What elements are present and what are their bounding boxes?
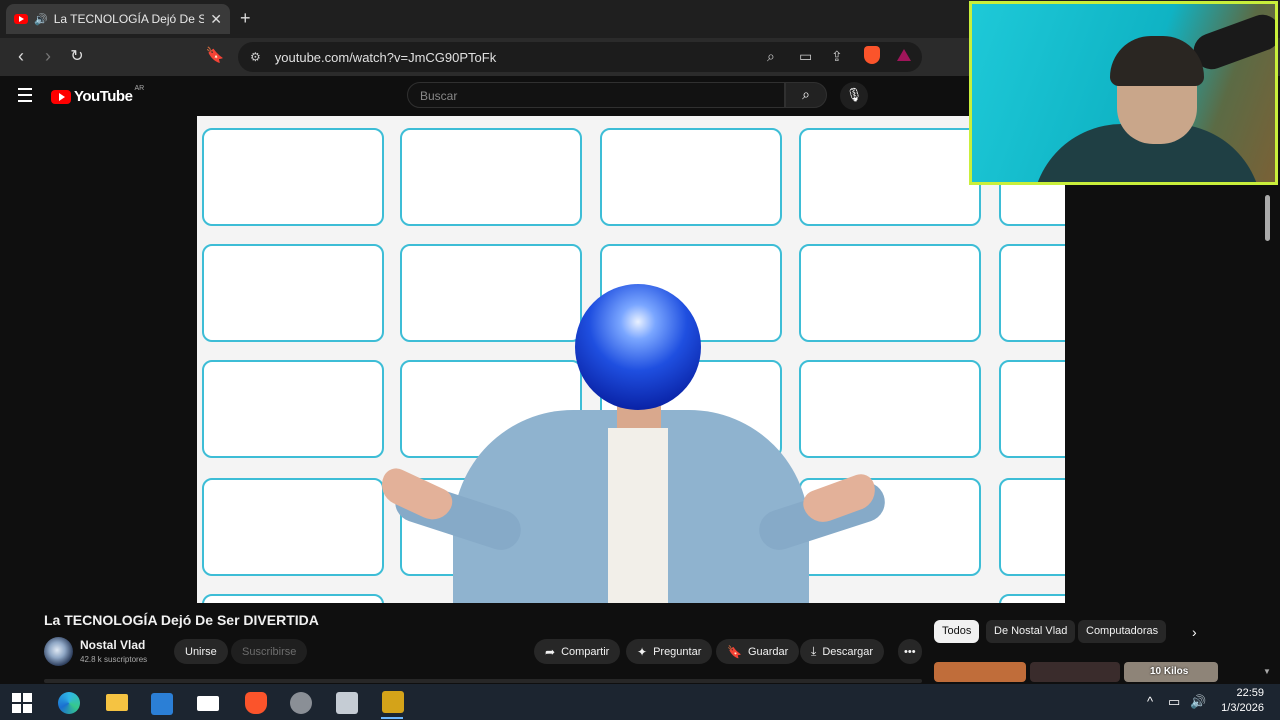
sparkle-icon: ✦ [637,644,648,659]
download-button[interactable]: ⤓ Descargar [800,639,885,664]
taskbar-clock[interactable]: 22:59 1/3/2026 [1214,686,1264,716]
bookmark-icon: 🔖 [727,644,742,659]
join-label: Unirse [185,645,217,658]
grid-tile [202,360,384,458]
clock-date: 1/3/2026 [1221,702,1264,714]
forward-arrow-icon[interactable]: › [37,46,59,67]
download-icon: ⤓ [811,644,817,658]
back-arrow-icon[interactable]: ‹ [10,46,32,67]
thumbnail-caption: 10 Kilos [1150,666,1189,677]
search-icon: ⌕ [802,86,810,102]
recommended-thumbnail[interactable] [1030,662,1120,682]
file-explorer-icon[interactable] [106,694,128,711]
youtube-play-icon [51,89,71,104]
clock-time: 22:59 [1236,687,1264,699]
grid-tile [202,478,384,576]
brave-rewards-icon[interactable] [897,49,911,61]
app-icon[interactable] [290,692,312,714]
reload-icon[interactable]: ↻ [66,46,88,66]
chip-todos[interactable]: Todos [934,620,980,643]
recording-app-icon[interactable] [382,691,404,713]
youtube-logo[interactable]: YouTube AR [51,85,145,105]
channel-avatar[interactable] [44,637,73,666]
grid-tile [600,128,782,226]
grid-tile [400,128,582,226]
grid-tile [999,360,1065,458]
more-actions-button[interactable]: ••• [898,639,922,664]
cast-icon[interactable]: ▭ [799,48,812,65]
grid-tile [999,244,1065,342]
search-input[interactable]: Buscar [407,82,785,108]
grid-tile [400,244,582,342]
youtube-wordmark: YouTube [74,88,133,105]
grid-tile [799,128,981,226]
recommended-thumbnail[interactable] [934,662,1026,682]
voice-search-button[interactable]: 🎙 [840,82,868,110]
new-tab-button[interactable]: + [240,8,251,29]
grid-tile [202,244,384,342]
grid-tile [202,128,384,226]
video-title: La TECNOLOGÍA Dejó De Ser DIVERTIDA [44,612,319,628]
tab-title: La TECNOLOGÍA Dejó De Ser DIVERTIDA [53,12,205,26]
grid-tile [799,360,981,458]
speaker-icon[interactable]: 🔊 [34,13,48,26]
save-label: Guardar [747,645,789,658]
share-label: Compartir [561,645,610,658]
brave-browser-icon[interactable] [245,692,267,714]
brave-shields-icon[interactable] [864,46,880,64]
youtube-header: YouTube AR Buscar ⌕ 🎙 [0,76,968,116]
more-icon: ••• [904,645,916,658]
grid-tile [999,594,1065,603]
zoom-icon[interactable]: ⌕ [767,48,775,65]
chip-computadoras[interactable]: Computadoras [1078,620,1167,643]
channel-name[interactable]: Nostal Vlad [80,638,145,652]
microphone-icon: 🎙 [845,87,863,102]
browser-tab-active[interactable]: 🔊 La TECNOLOGÍA Dejó De Ser DIVERTIDA ✕ [6,4,230,34]
address-bar[interactable]: ⚙ youtube.com/watch?v=JmCG90PToFk [238,42,922,72]
description-box-edge [44,679,922,683]
edge-browser-icon[interactable] [58,692,80,714]
windows-taskbar [0,684,1280,720]
webcam-overlay [969,1,1278,185]
blue-sphere-head [575,284,701,410]
save-button[interactable]: 🔖 Guardar [716,639,800,664]
bookmark-page-icon[interactable]: 🔖 [204,46,226,64]
grid-tile [799,244,981,342]
show-hidden-icons-icon[interactable]: ^ [1147,694,1153,709]
search-button[interactable]: ⌕ [785,82,827,108]
site-settings-icon[interactable]: ⚙ [250,50,261,64]
scrollbar-thumb[interactable] [1265,195,1270,241]
network-icon[interactable]: ▭ [1168,694,1180,710]
share-page-icon[interactable]: ⇪ [831,48,843,65]
join-button[interactable]: Unirse [174,639,228,664]
download-label: Descargar [822,645,874,658]
page-scrollbar[interactable] [1262,185,1272,615]
volume-icon[interactable]: 🔊 [1190,694,1206,710]
person-shirt [608,428,668,603]
subscriber-count: 42.8 k suscriptores [80,655,148,664]
grid-tile [999,478,1065,576]
chevron-right-icon[interactable]: › [1192,624,1197,640]
share-icon: ➦ [545,644,556,659]
menu-icon[interactable] [18,88,32,106]
microsoft-store-icon[interactable] [151,693,173,715]
country-code: AR [134,85,145,92]
scroll-down-arrow-icon[interactable]: ▼ [1263,667,1271,676]
video-player[interactable] [197,116,1065,603]
app-window-icon[interactable] [336,692,358,714]
streamer-hair [1110,36,1204,86]
ask-button[interactable]: ✦ Preguntar [626,639,713,664]
youtube-favicon-icon [14,14,28,24]
ask-label: Preguntar [653,645,702,658]
subscribe-label: Suscribirse [242,645,297,658]
share-button[interactable]: ➦ Compartir [534,639,621,664]
active-app-indicator [381,717,403,719]
subscribe-button[interactable]: Suscribirse [231,639,308,664]
url-text: youtube.com/watch?v=JmCG90PToFk [274,49,497,65]
chip-de-nostal-vlad[interactable]: De Nostal Vlad [986,620,1076,643]
windows-start-icon[interactable] [12,693,32,713]
grid-tile [202,594,384,603]
mail-icon[interactable] [197,696,219,711]
close-tab-icon[interactable]: ✕ [210,11,222,28]
